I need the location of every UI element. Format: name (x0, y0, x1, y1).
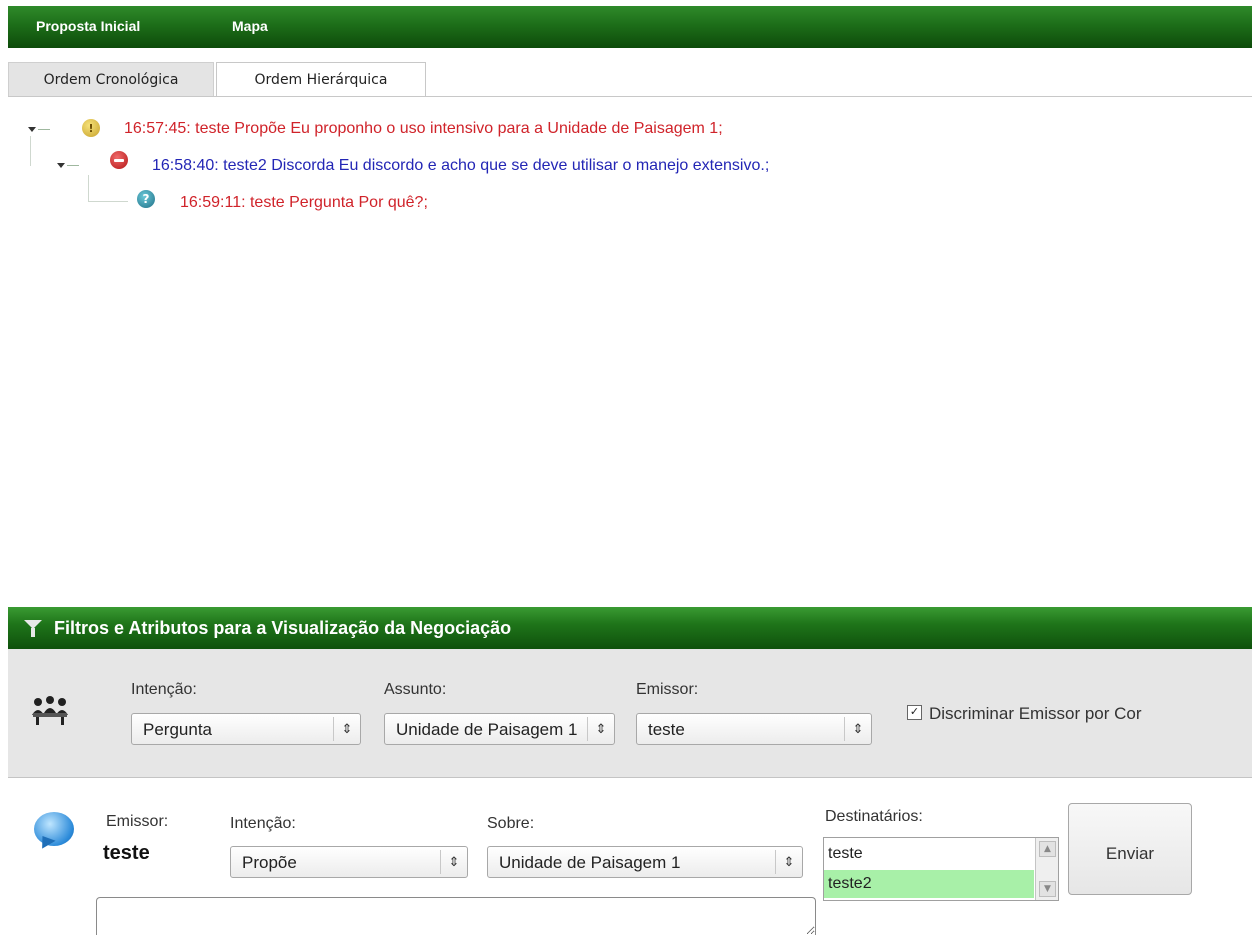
tree-node-message[interactable]: 16:57:45: teste Propõe Eu proponho o uso… (124, 120, 723, 138)
compose-sobre-value: Unidade de Paisagem 1 (499, 853, 681, 872)
discriminar-checkbox[interactable]: ✓ (907, 705, 922, 720)
send-button[interactable]: Enviar (1068, 803, 1192, 895)
updown-arrows-icon: ⇕ (844, 717, 871, 741)
list-item[interactable]: teste (824, 840, 1034, 868)
people-meeting-icon (32, 696, 68, 725)
filter-emissor-value: teste (648, 720, 685, 739)
top-menu-bar: Proposta Inicial Mapa (8, 6, 1252, 48)
discriminar-label[interactable]: Discriminar Emissor por Cor (929, 704, 1142, 724)
tab-ordem-hierarquica[interactable]: Ordem Hierárquica (216, 62, 426, 97)
scroll-down-icon[interactable]: ▼ (1039, 881, 1056, 897)
destinatarios-label: Destinatários: (825, 808, 923, 825)
filter-assunto-select[interactable]: Unidade de Paisagem 1 ⇕ (384, 713, 615, 745)
expander-node-1-icon[interactable] (26, 124, 36, 134)
filter-assunto-value: Unidade de Paisagem 1 (396, 720, 578, 739)
tree-connector (88, 175, 89, 201)
scroll-up-icon[interactable]: ▲ (1039, 841, 1056, 857)
compose-intencao-label: Intenção: (230, 815, 296, 832)
tree-connector (88, 201, 128, 202)
compose-intencao-value: Propõe (242, 853, 297, 872)
updown-arrows-icon: ⇕ (333, 717, 360, 741)
filter-intencao-value: Pergunta (143, 720, 212, 739)
updown-arrows-icon: ⇕ (587, 717, 614, 741)
menu-proposta-inicial[interactable]: Proposta Inicial (36, 18, 140, 34)
tab-divider (8, 96, 1252, 97)
tree-connector (38, 129, 50, 130)
filter-emissor-label: Emissor: (636, 681, 699, 698)
tab-ordem-cronologica[interactable]: Ordem Cronológica (8, 62, 214, 96)
tree-connector (30, 136, 31, 166)
filter-emissor-select[interactable]: teste ⇕ (636, 713, 872, 745)
destinatarios-list[interactable]: teste teste2 ▲ ▼ (823, 837, 1059, 901)
menu-mapa[interactable]: Mapa (232, 18, 268, 34)
question-icon: ? (137, 190, 155, 208)
updown-arrows-icon: ⇕ (440, 850, 467, 874)
filter-intencao-select[interactable]: Pergunta ⇕ (131, 713, 361, 745)
expander-node-2-icon[interactable] (55, 160, 65, 170)
list-scrollbar[interactable]: ▲ ▼ (1035, 838, 1058, 900)
updown-arrows-icon: ⇕ (775, 850, 802, 874)
compose-sobre-select[interactable]: Unidade de Paisagem 1 ⇕ (487, 846, 803, 878)
tree-node-message[interactable]: 16:59:11: teste Pergunta Por quê?; (180, 194, 428, 212)
compose-emissor-label: Emissor: (106, 813, 169, 830)
compose-emissor-value: teste (103, 842, 150, 864)
tree-node-message[interactable]: 16:58:40: teste2 Discorda Eu discordo e … (152, 157, 769, 175)
funnel-icon (24, 620, 42, 637)
compose-intencao-select[interactable]: Propõe ⇕ (230, 846, 468, 878)
filter-intencao-label: Intenção: (131, 681, 197, 698)
compose-sobre-label: Sobre: (487, 815, 535, 832)
tree-connector (67, 165, 79, 166)
message-textarea[interactable] (96, 897, 816, 935)
lightbulb-icon: ! (82, 119, 100, 137)
minus-circle-icon (110, 151, 128, 169)
filter-assunto-label: Assunto: (384, 681, 447, 698)
filter-panel-title: Filtros e Atributos para a Visualização … (54, 618, 512, 638)
filter-panel-header[interactable]: Filtros e Atributos para a Visualização … (8, 607, 1252, 649)
list-item[interactable]: teste2 (824, 870, 1034, 898)
